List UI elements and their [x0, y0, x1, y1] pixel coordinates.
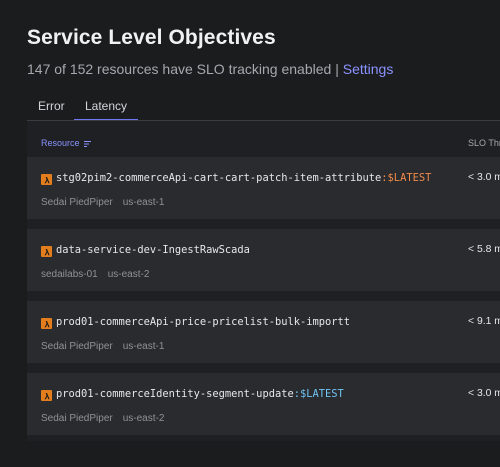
tab-error[interactable]: Error [38, 99, 65, 121]
tab-latency[interactable]: Latency [73, 99, 139, 121]
resource-region: us-east-2 [107, 269, 150, 280]
table-row[interactable]: prod01-commerceApi-price-pricelist-bulk-… [27, 301, 500, 363]
table-row[interactable]: prod01-commerceIdentity-segment-update:$… [27, 373, 500, 435]
table-row[interactable]: stg02pim2-commerceApi-cart-cart-patch-it… [27, 157, 500, 219]
aws-lambda-icon [41, 318, 52, 329]
resource-account: Sedai PiedPiper [41, 413, 113, 424]
slo-tabs: Error Latency [27, 99, 500, 121]
resource-name-text: stg02pim2-commerceApi-cart-cart-patch-it… [56, 172, 382, 184]
resource-name-text: data-service-dev-IngestRawScada [56, 244, 250, 256]
table-header: Resource SLO Thr [27, 121, 500, 157]
slo-threshold-value: < 9.1 m [468, 316, 500, 327]
resource-column-header[interactable]: Resource [41, 138, 92, 148]
resource-region: us-east-2 [122, 413, 165, 424]
resource-meta: Sedai PiedPiper us-east-2 [41, 413, 164, 424]
resource-meta: Sedai PiedPiper us-east-1 [41, 341, 164, 352]
resource-name-text: prod01-commerceApi-price-pricelist-bulk-… [56, 316, 351, 328]
resource-meta: Sedai PiedPiper us-east-1 [41, 197, 164, 208]
resource-name-text: prod01-commerceIdentity-segment-update [56, 388, 294, 400]
slo-page: Service Level Objectives 147 of 152 reso… [0, 0, 500, 467]
resource-name[interactable]: prod01-commerceApi-price-pricelist-bulk-… [56, 316, 350, 328]
aws-lambda-icon [41, 246, 52, 257]
page-subtitle: 147 of 152 resources have SLO tracking e… [27, 61, 393, 77]
page-title: Service Level Objectives [27, 26, 276, 49]
sort-icon [84, 140, 92, 147]
slo-table: Resource SLO Thr stg02pim2-commerceApi-c… [27, 121, 500, 441]
resource-version-suffix: :$LATEST [381, 172, 432, 184]
resource-account: Sedai PiedPiper [41, 197, 113, 208]
resource-version-suffix: :$LATEST [293, 388, 344, 400]
slo-threshold-column-header[interactable]: SLO Thr [468, 138, 500, 148]
slo-threshold-value: < 3.0 m [468, 172, 500, 183]
resource-account: sedailabs-01 [41, 269, 98, 280]
resource-header-label: Resource [41, 138, 80, 148]
aws-lambda-icon [41, 174, 52, 185]
settings-link[interactable]: Settings [343, 61, 394, 77]
resource-account: Sedai PiedPiper [41, 341, 113, 352]
resource-name[interactable]: prod01-commerceIdentity-segment-update:$… [56, 388, 344, 400]
table-row[interactable]: data-service-dev-IngestRawScada sedailabs… [27, 229, 500, 291]
resource-region: us-east-1 [122, 341, 165, 352]
slo-tracking-summary: 147 of 152 resources have SLO tracking e… [27, 61, 339, 77]
resource-meta: sedailabs-01 us-east-2 [41, 269, 149, 280]
slo-threshold-value: < 5.8 m [468, 244, 500, 255]
resource-name[interactable]: stg02pim2-commerceApi-cart-cart-patch-it… [56, 172, 431, 184]
slo-threshold-value: < 3.0 m [468, 388, 500, 399]
aws-lambda-icon [41, 390, 52, 401]
resource-name[interactable]: data-service-dev-IngestRawScada [56, 244, 250, 256]
resource-region: us-east-1 [122, 197, 165, 208]
